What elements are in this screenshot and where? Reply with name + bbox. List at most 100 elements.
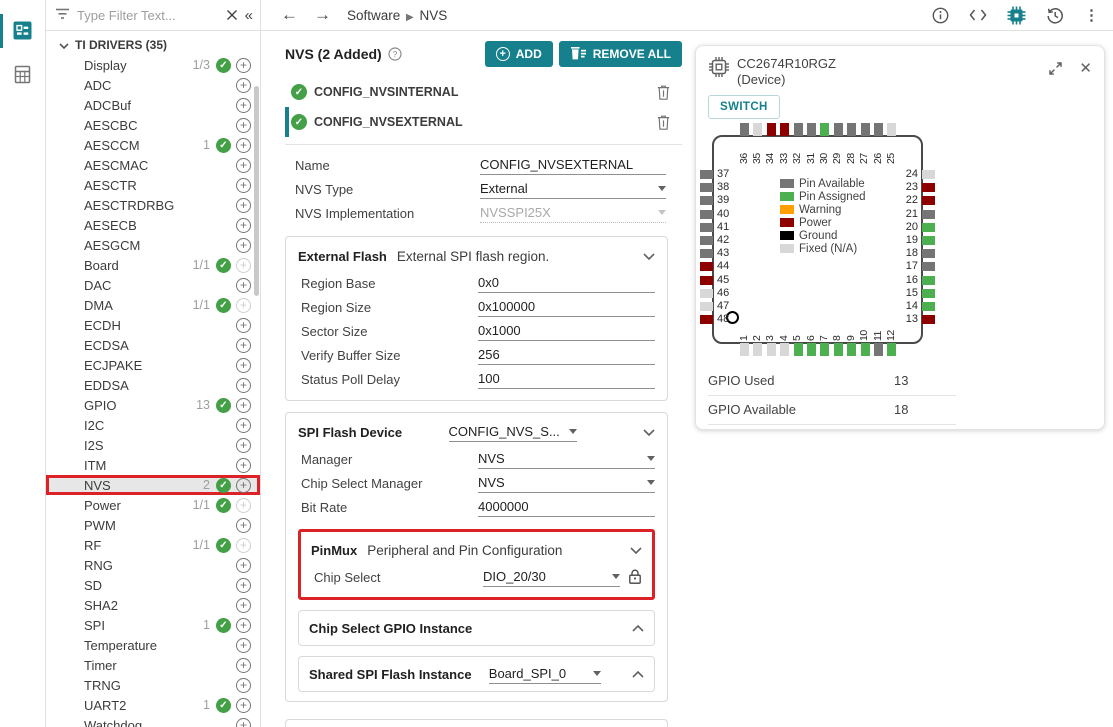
add-button[interactable]: + ADD <box>485 41 553 67</box>
field-value[interactable]: NVS <box>478 474 655 493</box>
field-value[interactable]: 100 <box>478 370 655 389</box>
rail-item-registers[interactable] <box>0 54 45 98</box>
add-instance-icon[interactable]: + <box>236 178 251 193</box>
chip-select-gpio-header[interactable]: Chip Select GPIO Instance <box>309 615 644 641</box>
sidebar-item-uart2[interactable]: UART21✓+ <box>46 695 260 715</box>
add-instance-icon[interactable]: + <box>236 718 251 727</box>
spi-flash-device-select[interactable]: CONFIG_NVS_S... <box>449 423 577 442</box>
shared-spi-header[interactable]: Shared SPI Flash Instance Board_SPI_0 <box>309 661 644 687</box>
add-instance-icon[interactable]: + <box>236 578 251 593</box>
add-instance-icon[interactable]: + <box>236 678 251 693</box>
pinmux-header[interactable]: PinMux Peripheral and Pin Configuration <box>311 538 642 562</box>
add-instance-icon[interactable]: + <box>236 338 251 353</box>
sidebar-item-gpio[interactable]: GPIO13✓+ <box>46 395 260 415</box>
add-instance-icon[interactable]: + <box>236 398 251 413</box>
field-value[interactable]: NVS <box>478 450 655 469</box>
sidebar-item-sd[interactable]: SD+ <box>46 575 260 595</box>
expand-icon[interactable] <box>1048 61 1063 76</box>
sidebar-item-display[interactable]: Display1/3✓+ <box>46 55 260 75</box>
forward-arrow-icon[interactable]: → <box>314 5 331 25</box>
clear-filter-icon[interactable] <box>226 9 238 21</box>
add-instance-icon[interactable]: + <box>236 638 251 653</box>
add-instance-icon[interactable]: + <box>236 438 251 453</box>
sidebar-item-eddsa[interactable]: EDDSA+ <box>46 375 260 395</box>
add-instance-icon[interactable]: + <box>236 238 251 253</box>
sidebar-item-ecjpake[interactable]: ECJPAKE+ <box>46 355 260 375</box>
add-instance-icon[interactable]: + <box>236 158 251 173</box>
sidebar-item-trng[interactable]: TRNG+ <box>46 675 260 695</box>
add-instance-icon[interactable]: + <box>236 458 251 473</box>
rail-item-config[interactable] <box>0 10 45 54</box>
chevron-up-icon[interactable] <box>632 671 644 678</box>
sidebar-item-adcbuf[interactable]: ADCBuf+ <box>46 95 260 115</box>
add-instance-icon[interactable]: + <box>236 518 251 533</box>
sidebar-item-i2c[interactable]: I2C+ <box>46 415 260 435</box>
history-icon[interactable] <box>1046 7 1064 24</box>
tree-scrollbar[interactable] <box>254 86 259 296</box>
field-value[interactable]: External <box>480 180 666 199</box>
device-view-icon[interactable] <box>1007 6 1026 25</box>
chevron-down-icon[interactable] <box>630 547 642 554</box>
sidebar-item-pwm[interactable]: PWM+ <box>46 515 260 535</box>
lock-icon[interactable] <box>628 569 642 585</box>
shared-spi-select[interactable]: Board_SPI_0 <box>489 665 601 684</box>
collapse-sidebar-icon[interactable]: « <box>245 7 251 24</box>
sidebar-item-aescmac[interactable]: AESCMAC+ <box>46 155 260 175</box>
tree-group-ti-drivers[interactable]: TI DRIVERS (35) <box>46 34 260 55</box>
add-instance-icon[interactable]: + <box>236 98 251 113</box>
field-value[interactable]: CONFIG_NVSEXTERNAL <box>480 156 666 175</box>
sidebar-item-dac[interactable]: DAC+ <box>46 275 260 295</box>
switch-button[interactable]: SWITCH <box>708 95 780 119</box>
instance-row-config_nvsinternal[interactable]: ✓CONFIG_NVSINTERNAL <box>285 77 682 107</box>
add-instance-icon[interactable]: + <box>236 698 251 713</box>
kebab-menu-icon[interactable]: ⋮ <box>1084 6 1099 24</box>
sidebar-item-aesctr[interactable]: AESCTR+ <box>46 175 260 195</box>
sidebar-item-i2s[interactable]: I2S+ <box>46 435 260 455</box>
sidebar-item-nvs[interactable]: NVS2✓+ <box>46 475 260 495</box>
sidebar-item-rng[interactable]: RNG+ <box>46 555 260 575</box>
chevron-down-icon[interactable] <box>643 429 655 436</box>
field-value[interactable]: 0x1000 <box>478 322 655 341</box>
add-instance-icon[interactable]: + <box>236 358 251 373</box>
sidebar-item-watchdog[interactable]: Watchdog+ <box>46 715 260 727</box>
field-value[interactable]: DIO_20/30 <box>483 568 620 587</box>
back-arrow-icon[interactable]: ← <box>281 5 298 25</box>
chevron-up-icon[interactable] <box>632 625 644 632</box>
sidebar-item-adc[interactable]: ADC+ <box>46 75 260 95</box>
remove-all-button[interactable]: REMOVE ALL <box>559 41 682 67</box>
add-instance-icon[interactable]: + <box>236 318 251 333</box>
sidebar-item-aesctrdrbg[interactable]: AESCTRDRBG+ <box>46 195 260 215</box>
filter-input[interactable] <box>77 8 219 23</box>
add-instance-icon[interactable]: + <box>236 118 251 133</box>
sidebar-item-spi[interactable]: SPI1✓+ <box>46 615 260 635</box>
close-icon[interactable]: ✕ <box>1079 59 1092 77</box>
external-flash-header[interactable]: External Flash External SPI flash region… <box>298 244 655 268</box>
sidebar-item-temperature[interactable]: Temperature+ <box>46 635 260 655</box>
add-instance-icon[interactable]: + <box>236 218 251 233</box>
sidebar-item-ecdsa[interactable]: ECDSA+ <box>46 335 260 355</box>
field-value[interactable]: 0x0 <box>478 274 655 293</box>
info-icon[interactable] <box>932 7 949 24</box>
sidebar-item-dma[interactable]: DMA1/1✓+ <box>46 295 260 315</box>
add-instance-icon[interactable]: + <box>236 58 251 73</box>
instance-row-config_nvsexternal[interactable]: ✓CONFIG_NVSEXTERNAL <box>285 107 682 137</box>
help-icon[interactable]: ? <box>388 47 402 61</box>
sidebar-item-sha2[interactable]: SHA2+ <box>46 595 260 615</box>
sidebar-item-itm[interactable]: ITM+ <box>46 455 260 475</box>
code-icon[interactable] <box>969 8 987 22</box>
sidebar-item-aesgcm[interactable]: AESGCM+ <box>46 235 260 255</box>
delete-instance-icon[interactable] <box>657 115 670 130</box>
add-instance-icon[interactable]: + <box>236 558 251 573</box>
field-value[interactable]: 4000000 <box>478 498 655 517</box>
add-instance-icon[interactable]: + <box>236 598 251 613</box>
sidebar-item-ecdh[interactable]: ECDH+ <box>46 315 260 335</box>
sidebar-item-aesccm[interactable]: AESCCM1✓+ <box>46 135 260 155</box>
field-value[interactable]: 0x100000 <box>478 298 655 317</box>
add-instance-icon[interactable]: + <box>236 618 251 633</box>
sidebar-item-aescbc[interactable]: AESCBC+ <box>46 115 260 135</box>
add-instance-icon[interactable]: + <box>236 658 251 673</box>
add-instance-icon[interactable]: + <box>236 478 251 493</box>
add-instance-icon[interactable]: + <box>236 138 251 153</box>
add-instance-icon[interactable]: + <box>236 198 251 213</box>
sidebar-item-power[interactable]: Power1/1✓+ <box>46 495 260 515</box>
